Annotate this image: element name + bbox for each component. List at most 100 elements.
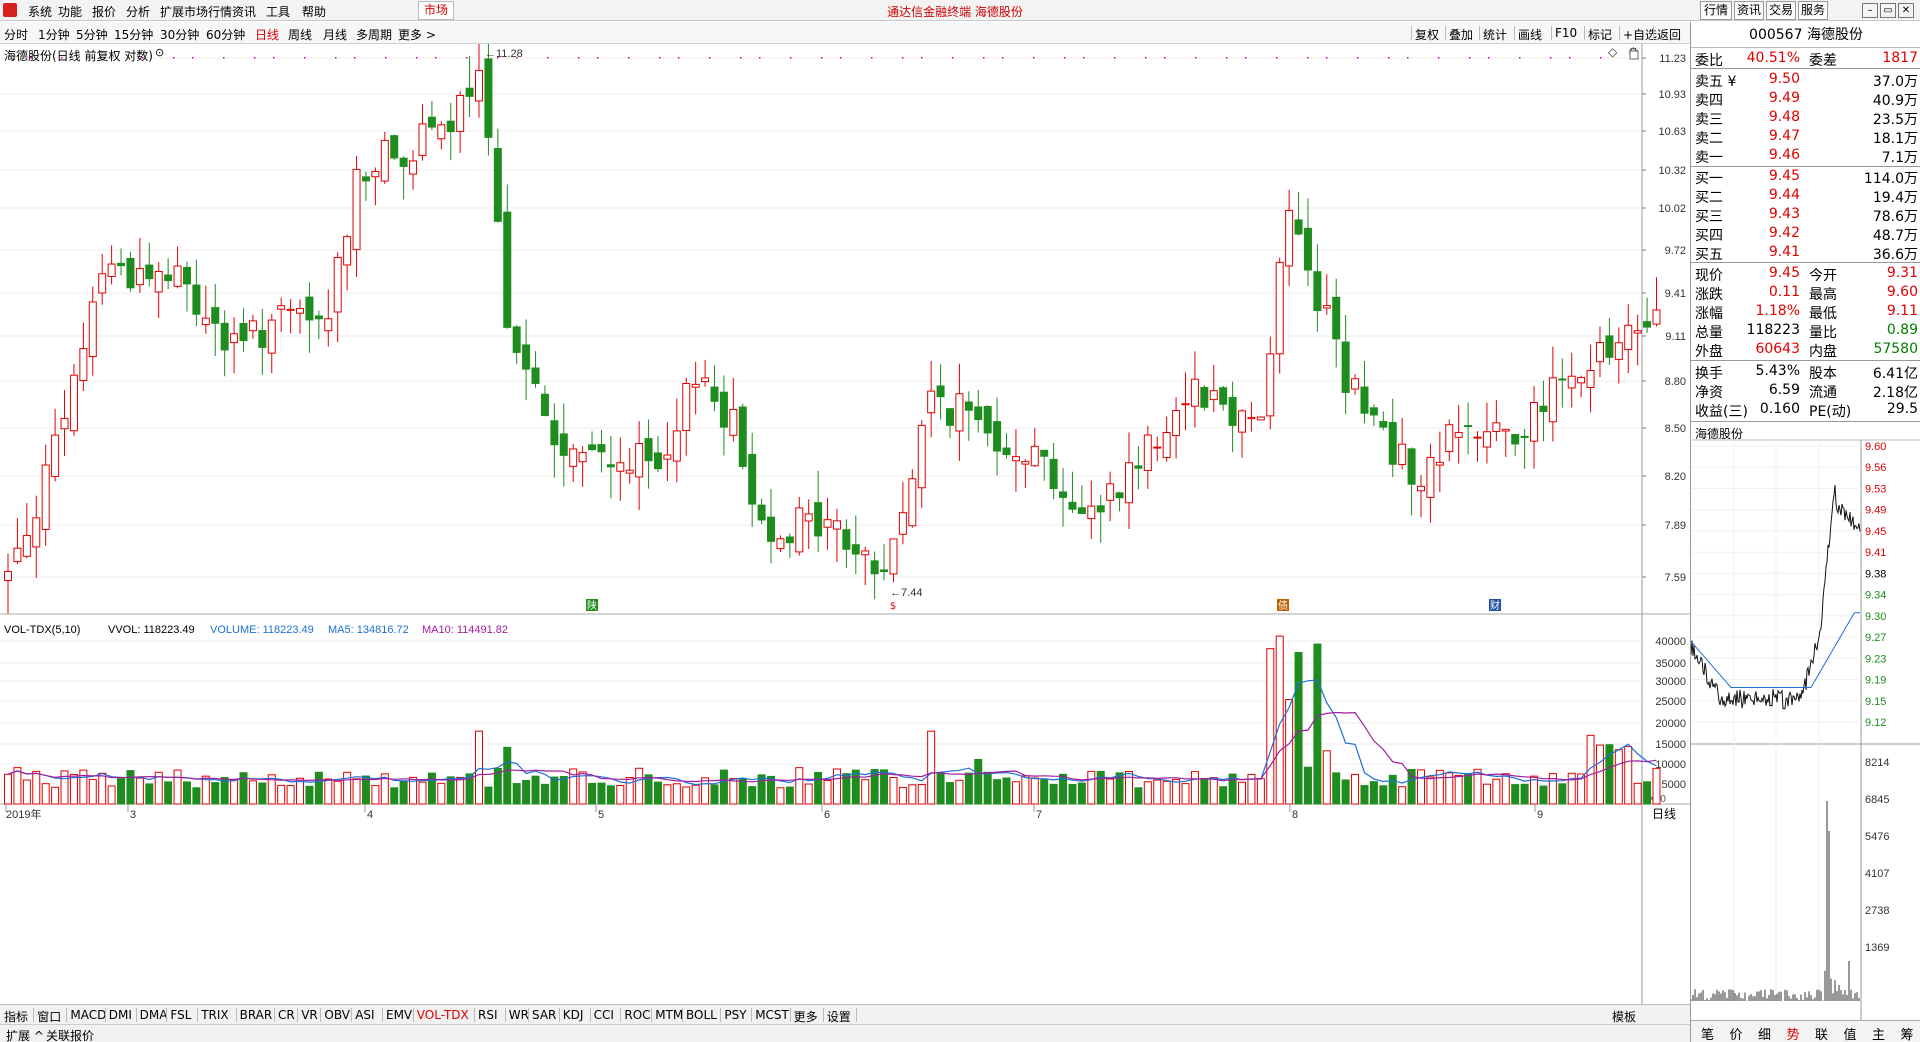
tool-5[interactable]: 标记 bbox=[1588, 26, 1612, 43]
app-logo-icon[interactable] bbox=[3, 3, 17, 17]
service-button[interactable]: 服务 bbox=[1798, 1, 1828, 20]
indicator-tab-7[interactable]: BRAR bbox=[240, 1008, 273, 1022]
indicator-tab-18[interactable]: CCI bbox=[594, 1008, 614, 1022]
menu-help[interactable]: 帮助 bbox=[302, 3, 326, 20]
indicator-tab-14[interactable]: RSI bbox=[478, 1008, 498, 1022]
menu-tools[interactable]: 工具 bbox=[266, 3, 290, 20]
related-quote-button[interactable]: 关联报价 bbox=[46, 1027, 94, 1042]
period-3[interactable]: 15分钟 bbox=[114, 26, 153, 43]
tab-separator bbox=[620, 1008, 622, 1022]
tool-2[interactable]: 统计 bbox=[1483, 26, 1507, 43]
menu-quote[interactable]: 报价 bbox=[92, 3, 116, 20]
menu-extended-market[interactable]: 扩展市场行情 bbox=[160, 3, 232, 20]
indicator-tab-23[interactable]: MCST bbox=[755, 1008, 789, 1022]
kline-chart[interactable]: 11.23 10.93 10.63 10.32 10.02 9.72 9.41 9.11 8.8… bbox=[0, 44, 1690, 1004]
candle-body bbox=[201, 317, 210, 326]
indicator-tab-11[interactable]: ASI bbox=[355, 1008, 374, 1022]
template-button[interactable]: 模板 bbox=[1612, 1008, 1636, 1025]
period-4[interactable]: 30分钟 bbox=[160, 26, 199, 43]
volume-bar bbox=[248, 780, 257, 805]
indicator-tab-3[interactable]: DMI bbox=[109, 1008, 132, 1022]
period-1[interactable]: 1分钟 bbox=[38, 26, 70, 43]
volume-bar bbox=[371, 785, 380, 805]
period-8[interactable]: 月线 bbox=[323, 26, 347, 43]
news-button[interactable]: 资讯 bbox=[1734, 1, 1764, 20]
tool-1[interactable]: 叠加 bbox=[1449, 26, 1473, 43]
panel-tab-4[interactable]: 联 bbox=[1815, 1024, 1828, 1042]
indicator-tab-15[interactable]: WR bbox=[509, 1008, 529, 1022]
tool-7[interactable]: 返回 bbox=[1657, 26, 1681, 43]
market-tab[interactable]: 市场 bbox=[418, 1, 454, 20]
expand-button[interactable]: 扩展 ^ bbox=[6, 1027, 44, 1042]
volume-bar bbox=[616, 785, 625, 805]
indicator-tab-0[interactable]: 指标 bbox=[4, 1008, 28, 1025]
menu-analysis[interactable]: 分析 bbox=[126, 3, 150, 20]
panel-tab-7[interactable]: 筹 bbox=[1901, 1024, 1914, 1042]
volume-tick-label: 5000 bbox=[1662, 779, 1686, 791]
indicator-tab-12[interactable]: EMV bbox=[386, 1008, 412, 1022]
divider bbox=[1691, 166, 1920, 167]
volume-bar bbox=[946, 782, 954, 805]
minimize-icon[interactable]: – bbox=[1862, 3, 1878, 18]
indicator-tab-24[interactable]: 更多 bbox=[794, 1008, 818, 1025]
indicator-tab-9[interactable]: VR bbox=[301, 1008, 318, 1022]
panel-tab-3[interactable]: 势 bbox=[1787, 1024, 1800, 1042]
indicator-tab-10[interactable]: OBV bbox=[324, 1008, 350, 1022]
period-5[interactable]: 60分钟 bbox=[206, 26, 245, 43]
candle-body bbox=[361, 176, 370, 182]
tool-4[interactable]: F10 bbox=[1555, 26, 1577, 40]
tool-6[interactable]: +自选 bbox=[1623, 26, 1657, 43]
panel-toggle-icon[interactable] bbox=[1629, 50, 1639, 60]
tool-3[interactable]: 画线 bbox=[1518, 26, 1542, 43]
close-icon[interactable]: ✕ bbox=[1898, 3, 1914, 18]
intraday-minichart[interactable]: 海德股份 9.60 9.56 9.53 9.49 9.45 9.41 9.38 9.34 9.30… bbox=[1691, 426, 1920, 1020]
indicator-tab-8[interactable]: CR bbox=[278, 1008, 295, 1022]
diamond-icon[interactable]: ◇ bbox=[1608, 45, 1618, 59]
volume-bar bbox=[1313, 643, 1322, 805]
quote-button[interactable]: 行情 bbox=[1700, 1, 1732, 20]
maximize-icon[interactable]: ▭ bbox=[1880, 3, 1896, 18]
indicator-tab-17[interactable]: KDJ bbox=[563, 1008, 584, 1022]
period-9[interactable]: 多周期 bbox=[356, 26, 392, 43]
volume-legend-item: VOL-TDX(5,10) bbox=[4, 624, 80, 636]
tab-separator bbox=[197, 1008, 199, 1022]
indicator-tab-1[interactable]: 窗口 bbox=[37, 1008, 61, 1025]
volume-bar bbox=[785, 786, 794, 805]
panel-tab-2[interactable]: 细 bbox=[1758, 1024, 1771, 1042]
mini-volume-tick: 2738 bbox=[1865, 905, 1889, 917]
tool-separator bbox=[1584, 26, 1585, 40]
menu-news[interactable]: 资讯 bbox=[232, 3, 256, 20]
panel-tab-1[interactable]: 价 bbox=[1730, 1024, 1743, 1042]
period-2[interactable]: 5分钟 bbox=[76, 26, 108, 43]
period-7[interactable]: 周线 bbox=[288, 26, 312, 43]
indicator-tab-16[interactable]: SAR bbox=[532, 1008, 556, 1022]
indicator-tab-5[interactable]: FSL bbox=[170, 1008, 191, 1022]
ask-row-value2: 23.5万 bbox=[1872, 112, 1918, 128]
indicator-tab-4[interactable]: DMA bbox=[140, 1008, 168, 1022]
menu-function[interactable]: 功能 bbox=[58, 3, 82, 20]
panel-tab-6[interactable]: 主 bbox=[1872, 1024, 1885, 1042]
period-10[interactable]: 更多 > bbox=[398, 26, 436, 43]
chevron-down-icon[interactable]: ⊙ bbox=[155, 46, 164, 59]
indicator-tab-20[interactable]: MTM bbox=[655, 1008, 683, 1022]
indicator-tab-19[interactable]: ROC bbox=[624, 1008, 650, 1022]
period-0[interactable]: 分时 bbox=[4, 26, 28, 43]
tool-0[interactable]: 复权 bbox=[1415, 26, 1439, 43]
panel-tab-0[interactable]: 笔 bbox=[1701, 1024, 1714, 1042]
period-6[interactable]: 日线 bbox=[255, 26, 279, 43]
trade-button[interactable]: 交易 bbox=[1766, 1, 1796, 20]
indicator-tab-6[interactable]: TRIX bbox=[201, 1008, 228, 1022]
indicator-tab-25[interactable]: 设置 bbox=[827, 1008, 851, 1025]
panel-tab-5[interactable]: 值 bbox=[1844, 1024, 1857, 1042]
mini-price-tick: 9.30 bbox=[1865, 611, 1886, 623]
indicator-tab-2[interactable]: MACD bbox=[70, 1008, 106, 1022]
candle-body bbox=[1303, 227, 1312, 271]
menu-system[interactable]: 系统 bbox=[28, 3, 52, 20]
volume-bar bbox=[823, 780, 832, 805]
volume-bar bbox=[1049, 783, 1058, 805]
indicator-tab-22[interactable]: PSY bbox=[724, 1008, 746, 1022]
indicator-tab-21[interactable]: BOLL bbox=[686, 1008, 717, 1022]
stat-row-label2: 量比 bbox=[1809, 325, 1837, 341]
volume-bar bbox=[503, 746, 512, 805]
indicator-tab-13[interactable]: VOL-TDX bbox=[417, 1008, 469, 1022]
